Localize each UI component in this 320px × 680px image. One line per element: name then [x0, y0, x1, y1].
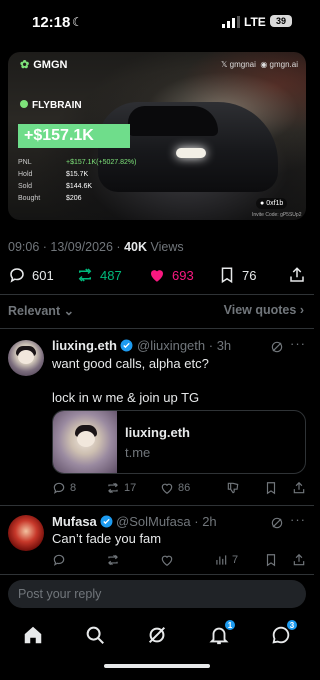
- heart-icon: [151, 270, 163, 282]
- messages-tab[interactable]: 3: [270, 619, 298, 646]
- bookmark-icon: [221, 267, 233, 284]
- like-button[interactable]: [160, 553, 178, 567]
- analytics-icon: [216, 555, 227, 565]
- divider: [0, 328, 314, 329]
- grok-icon[interactable]: [270, 516, 284, 530]
- verified-badge-icon: [120, 339, 133, 352]
- divider: [0, 574, 314, 575]
- more-options-icon[interactable]: ···: [290, 336, 306, 351]
- home-indicator[interactable]: [104, 664, 210, 668]
- bookmark-button[interactable]: 76: [218, 266, 256, 284]
- sort-dropdown[interactable]: Relevant ⌄: [8, 303, 74, 318]
- pnl-highlight: +$157.1K: [18, 124, 130, 148]
- more-options-icon[interactable]: ···: [290, 512, 306, 527]
- signal-icon: [222, 16, 240, 28]
- repost-button[interactable]: 17: [106, 481, 136, 495]
- car-headlight: [176, 148, 206, 158]
- view-quotes-link[interactable]: View quotes ›: [224, 303, 304, 317]
- stat-row: PNL +$157.1K(+5027.82%): [18, 158, 137, 166]
- like-button[interactable]: 86: [160, 481, 190, 495]
- avatar[interactable]: [8, 340, 44, 376]
- divider: [0, 294, 314, 295]
- chevron-down-icon: ⌄: [63, 304, 75, 318]
- reply-placeholder: Post your reply: [18, 587, 102, 601]
- reply-text-line: lock in w me & join up TG: [52, 390, 200, 405]
- reply-author-name[interactable]: Mufasa: [52, 514, 97, 529]
- reply-actions: 7: [52, 553, 308, 569]
- focus-moon-icon: ☾: [72, 15, 83, 29]
- gmgn-logo: ✿ GMGN: [20, 59, 68, 71]
- repost-button[interactable]: [106, 553, 124, 567]
- home-icon[interactable]: [22, 624, 44, 646]
- notifications-tab[interactable]: 1: [208, 619, 236, 646]
- bookmark-icon: [266, 554, 276, 567]
- link-title: liuxing.eth: [125, 425, 190, 440]
- stat-row: Hold $15.7K: [18, 170, 89, 178]
- reply-icon: [53, 554, 65, 566]
- status-bar: 12:18 ☾ LTE 39: [0, 0, 314, 44]
- reply-button[interactable]: 601: [8, 266, 54, 284]
- like-button[interactable]: 693: [148, 266, 194, 284]
- invite-code: Invite Code: gP5SUp2: [252, 212, 302, 218]
- views-button[interactable]: 7: [214, 553, 238, 567]
- share-button[interactable]: [288, 266, 312, 284]
- heart-icon: [161, 555, 173, 566]
- reply-button[interactable]: 8: [52, 481, 76, 495]
- dislike-button[interactable]: [226, 481, 244, 495]
- bottom-tab-bar: 1 3: [0, 616, 314, 652]
- share-icon: [290, 267, 304, 282]
- repost-icon: [78, 268, 92, 282]
- bookmark-button[interactable]: [264, 553, 282, 567]
- card-handles: 𝕏 gmgnai ◉ gmgn.ai: [220, 60, 298, 69]
- status-time: 12:18: [32, 14, 71, 31]
- heart-icon: [161, 483, 173, 494]
- bookmark-icon: [266, 482, 276, 495]
- verified-badge-icon: [100, 515, 113, 528]
- notification-badge: 1: [224, 619, 236, 631]
- reply-author-handle[interactable]: @liuxingeth · 3h: [137, 338, 231, 353]
- search-icon[interactable]: [84, 624, 106, 646]
- reply-author-name[interactable]: liuxing.eth: [52, 338, 117, 353]
- car-windshield: [128, 106, 218, 136]
- battery-icon: 39: [270, 15, 292, 27]
- reply-author-handle[interactable]: @SolMufasa · 2h: [116, 514, 217, 529]
- reply-icon: [10, 268, 24, 283]
- repost-button[interactable]: 487: [76, 266, 122, 284]
- link-preview-image: [53, 411, 117, 473]
- reply-button[interactable]: [52, 553, 70, 567]
- repost-icon: [108, 554, 118, 566]
- token-name: FLYBRAIN: [20, 100, 82, 111]
- grok-icon[interactable]: [270, 340, 284, 354]
- divider: [0, 505, 314, 506]
- link-domain: t.me: [125, 445, 151, 460]
- reply-input[interactable]: Post your reply: [8, 580, 306, 608]
- repost-icon: [108, 482, 118, 494]
- reply-text-line: want good calls, alpha etc?: [52, 356, 209, 371]
- message-badge: 3: [286, 619, 298, 631]
- grok-icon[interactable]: [146, 624, 168, 646]
- thumbs-down-icon: [227, 482, 239, 494]
- bookmark-button[interactable]: [264, 481, 282, 495]
- avatar[interactable]: [8, 515, 44, 551]
- share-icon: [293, 481, 305, 494]
- stat-row: Bought $206: [18, 194, 82, 202]
- pnl-stats: PNL +$157.1K(+5027.82%) Hold $15.7K Sold $1…: [18, 156, 136, 204]
- reply-actions: 8 17 86: [52, 481, 308, 497]
- post-actions: 601 487 693 76: [0, 266, 314, 288]
- share-icon: [293, 553, 305, 566]
- wallet-pill: ● 0xf1b: [256, 198, 288, 209]
- chevron-right-icon: ›: [299, 303, 304, 317]
- share-button[interactable]: [292, 553, 310, 567]
- network-type: LTE: [244, 15, 266, 29]
- stat-row: Sold $144.6K: [18, 182, 93, 190]
- link-preview-card[interactable]: liuxing.eth t.me: [52, 410, 306, 474]
- reply-icon: [53, 482, 65, 494]
- reply-text: Can’t fade you fam: [52, 531, 162, 546]
- post-meta: 09:06 · 13/09/2026 · 40K Views: [8, 240, 184, 254]
- share-button[interactable]: [292, 481, 310, 495]
- post-image-card[interactable]: ✿ GMGN 𝕏 gmgnai ◉ gmgn.ai FLYBRAIN +$157.…: [8, 52, 306, 220]
